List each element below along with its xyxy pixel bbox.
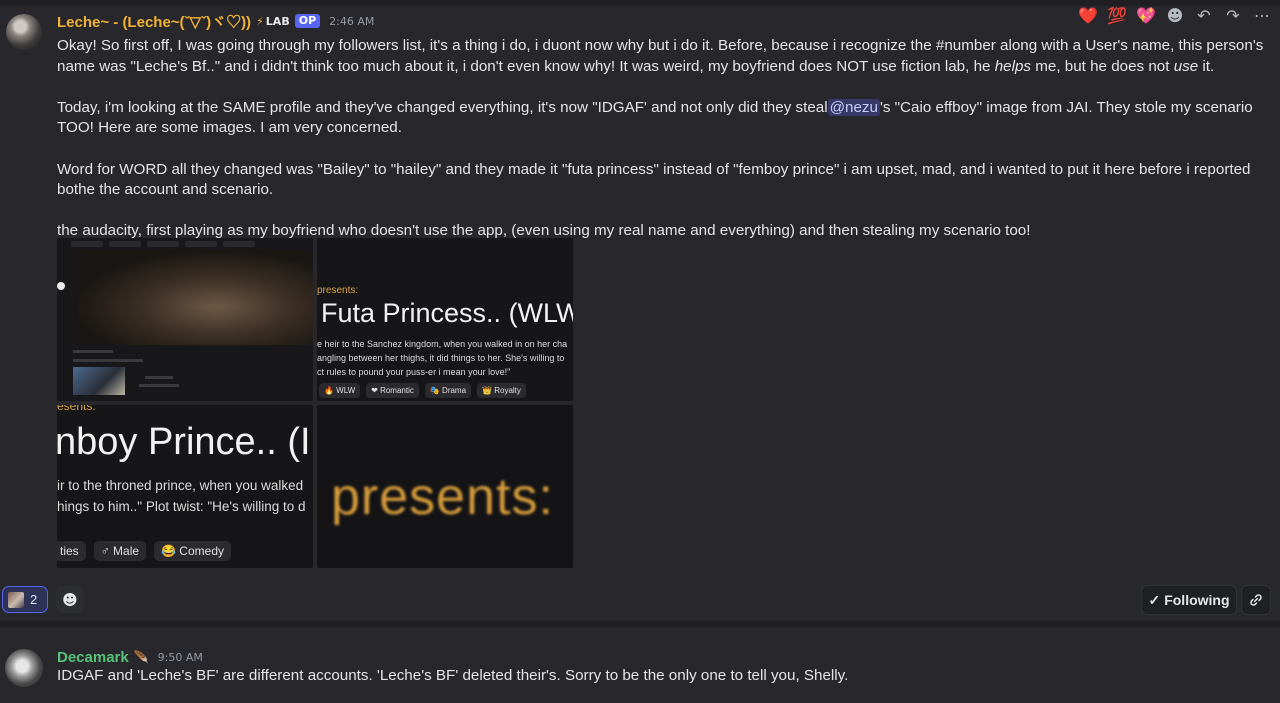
add-reaction-button[interactable]: ☻ bbox=[56, 586, 84, 613]
add-reaction-icon[interactable]: ☻ bbox=[1165, 6, 1185, 25]
smiley-icon: ☻ bbox=[62, 590, 78, 609]
image-attachment-1[interactable] bbox=[57, 238, 313, 401]
paragraph-text: it. bbox=[1198, 57, 1215, 75]
heart-icon[interactable]: ❤️ bbox=[1078, 6, 1098, 25]
scenario-desc-line: ir to the throned prince, when you walke… bbox=[57, 478, 304, 493]
tag-chip: ❤ Romantic bbox=[366, 383, 419, 398]
copy-link-button[interactable] bbox=[1241, 585, 1271, 615]
tag-chip: 🔥 WLW bbox=[319, 383, 361, 398]
paragraph: Word for WORD all they changed was "Bail… bbox=[57, 160, 1251, 199]
timestamp[interactable]: 9:50 AM bbox=[158, 651, 203, 664]
tag-list: 🔥 WLW ❤ Romantic 🎭 Drama 👑 Royalty bbox=[319, 383, 526, 398]
tag-chip: 😂 Comedy bbox=[154, 541, 231, 561]
image-gallery: presents: Futa Princess.. (WLW e heir to… bbox=[57, 238, 573, 568]
image-attachment-3[interactable]: esents: nboy Prince.. (I ir to the thron… bbox=[57, 405, 313, 568]
reply-icon[interactable]: ↶ bbox=[1194, 6, 1214, 25]
lightning-icon: ⚡ bbox=[256, 14, 264, 28]
emphasis: use bbox=[1173, 57, 1199, 75]
scenario-desc-line: e heir to the Sanchez kingdom, when you … bbox=[317, 339, 568, 349]
avatar[interactable] bbox=[5, 649, 43, 687]
paragraph: Today, i'm looking at the SAME profile a… bbox=[57, 98, 1267, 139]
presents-label: esents: bbox=[57, 405, 96, 413]
following-button[interactable]: ✓ Following bbox=[1141, 585, 1237, 615]
image-attachment-4[interactable]: presents: bbox=[317, 405, 573, 568]
reaction-button[interactable]: 2 bbox=[2, 586, 48, 613]
op-badge: OP bbox=[294, 14, 321, 28]
scenario-desc-line: ct rules to pound your puss-er i mean yo… bbox=[317, 367, 511, 377]
custom-emoji-icon bbox=[8, 591, 24, 608]
following-label: Following bbox=[1164, 592, 1230, 608]
placeholder-line bbox=[139, 384, 179, 387]
paragraph-text: Today, i'm looking at the SAME profile a… bbox=[57, 98, 828, 116]
more-icon[interactable]: ⋯ bbox=[1252, 6, 1272, 25]
scenario-description: ir to the throned prince, when you walke… bbox=[57, 475, 306, 517]
scenario-desc-line: angling between her thighs, it did thing… bbox=[317, 353, 565, 363]
scenario-title: Futa Princess.. (WLW bbox=[321, 298, 573, 328]
placeholder-line bbox=[73, 350, 113, 353]
username[interactable]: Decamark bbox=[57, 649, 129, 666]
checkmark-icon: ✓ bbox=[1148, 591, 1161, 608]
avatar[interactable] bbox=[6, 14, 42, 50]
post-action-bar: 2 ☻ ✓ Following bbox=[0, 579, 1280, 621]
link-icon bbox=[1250, 594, 1262, 606]
message-post: Leche~ - (Leche~(ˇ▽ˇ)ヾ♡)) ⚡ LAB OP 2:46 A… bbox=[0, 6, 1280, 574]
user-mention[interactable]: @nezu bbox=[827, 98, 880, 116]
message-body: Okay! So first off, I was going through … bbox=[57, 36, 1267, 263]
reply-message: Decamark 🪶 9:50 AM IDGAF and 'Leche's BF… bbox=[0, 627, 1280, 703]
feather-icon: 🪶 bbox=[133, 650, 149, 664]
tag-chip: ties bbox=[57, 541, 86, 561]
hover-toolbar: ❤️ 💯 💖 ☻ ↶ ↷ ⋯ bbox=[1078, 6, 1272, 25]
timestamp[interactable]: 2:46 AM bbox=[329, 15, 374, 28]
message-header: Leche~ - (Leche~(ˇ▽ˇ)ヾ♡)) ⚡ LAB OP 2:46 A… bbox=[57, 11, 374, 31]
message-header: Decamark 🪶 9:50 AM bbox=[57, 647, 203, 667]
image-attachment-2[interactable]: presents: Futa Princess.. (WLW e heir to… bbox=[317, 238, 573, 401]
thumbnail-image bbox=[73, 367, 125, 395]
placeholder-line bbox=[145, 376, 173, 379]
forward-icon[interactable]: ↷ bbox=[1223, 6, 1243, 25]
placeholder-line bbox=[73, 359, 143, 362]
scenario-desc-line: hings to him.." Plot twist: "He's willin… bbox=[57, 499, 306, 514]
paragraph: Okay! So first off, I was going through … bbox=[57, 36, 1267, 77]
lab-badge: ⚡ LAB bbox=[256, 15, 290, 28]
scenario-title: nboy Prince.. (I bbox=[57, 421, 311, 463]
tag-chip: 👑 Royalty bbox=[477, 383, 526, 398]
sparkle-heart-icon[interactable]: 💖 bbox=[1136, 6, 1156, 25]
username[interactable]: Leche~ - (Leche~(ˇ▽ˇ)ヾ♡)) bbox=[57, 11, 251, 32]
emphasis: helps bbox=[994, 57, 1031, 75]
carousel-dot bbox=[57, 282, 65, 290]
tag-chip: 🎭 Drama bbox=[424, 383, 472, 398]
reaction-count: 2 bbox=[30, 592, 38, 607]
paragraph-text: me, but he does not bbox=[1031, 57, 1174, 75]
tag-list: ties ♂ Male 😂 Comedy bbox=[57, 541, 231, 561]
lab-badge-label: LAB bbox=[265, 14, 290, 28]
screenshot-tabs bbox=[71, 241, 255, 247]
hundred-icon[interactable]: 💯 bbox=[1107, 6, 1127, 25]
presents-label: presents: bbox=[317, 285, 359, 296]
message-body: IDGAF and 'Leche's BF' are different acc… bbox=[57, 667, 849, 684]
presents-label: presents: bbox=[331, 468, 554, 526]
profile-hero-image bbox=[73, 250, 313, 345]
tag-chip: ♂ Male bbox=[93, 541, 147, 561]
